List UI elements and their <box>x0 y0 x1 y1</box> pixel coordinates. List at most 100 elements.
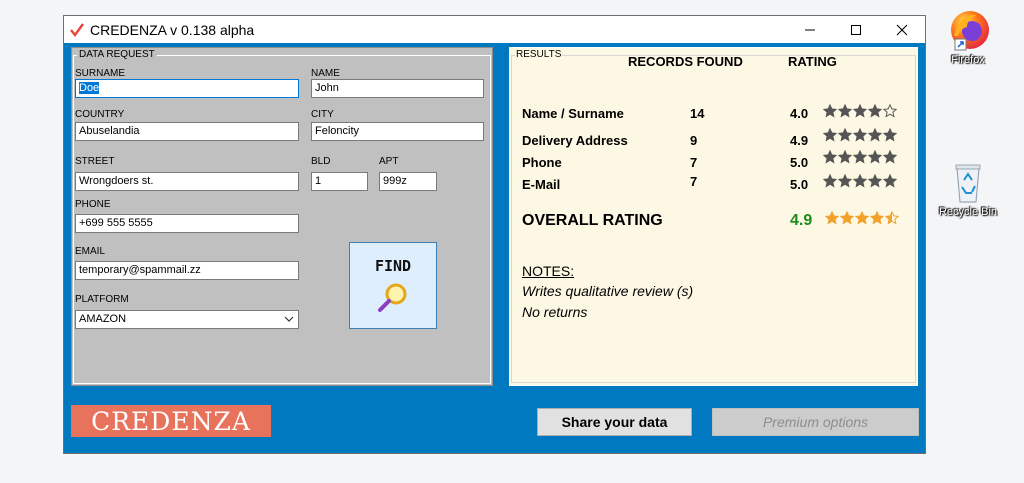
results-panel: RESULTS RECORDS FOUND RATING Name / Surn… <box>509 47 918 386</box>
star-icon <box>870 211 884 225</box>
desktop-icon-recycle-bin[interactable]: Recycle Bin <box>932 160 1004 218</box>
platform-label: PLATFORM <box>75 294 129 305</box>
apt-label: APT <box>379 156 399 167</box>
apt-value: 999z <box>383 175 407 187</box>
country-input[interactable]: Abuselandia <box>75 122 299 141</box>
recycle-bin-label: Recycle Bin <box>938 206 998 218</box>
phone-input[interactable]: +699 555 5555 <box>75 214 299 233</box>
title-bar[interactable]: CREDENZA v 0.138 alpha <box>64 16 925 43</box>
result-label-address: Delivery Address <box>522 133 628 148</box>
star-icon <box>853 104 867 118</box>
star-icon <box>868 104 882 118</box>
firefox-label: Firefox <box>951 54 985 66</box>
chevron-down-icon <box>284 316 294 322</box>
star-icon <box>853 128 867 142</box>
close-icon <box>896 24 908 35</box>
name-label: NAME <box>311 68 340 79</box>
name-input[interactable]: John <box>311 79 484 98</box>
result-rating-address: 4.9 <box>790 133 809 148</box>
bld-input[interactable]: 1 <box>311 172 368 191</box>
email-input[interactable]: temporary@spammail.zz <box>75 261 299 280</box>
maximize-icon <box>851 24 861 35</box>
window-title: CREDENZA v 0.138 alpha <box>90 21 255 38</box>
credenza-logo: CREDENZA <box>71 405 271 437</box>
stars-phone <box>823 150 897 164</box>
surname-input[interactable]: Doe <box>75 79 299 98</box>
apt-input[interactable]: 999z <box>379 172 437 191</box>
find-label: FIND <box>374 257 412 275</box>
notes-heading: NOTES: <box>522 263 575 279</box>
city-value: Feloncity <box>315 125 360 137</box>
stars-overall <box>825 211 899 225</box>
stars-email <box>823 174 897 188</box>
minimize-icon <box>805 29 815 30</box>
stars-address <box>823 128 897 142</box>
note-line: No returns <box>522 304 588 320</box>
result-count-phone: 7 <box>690 155 698 170</box>
star-icon <box>838 104 852 118</box>
street-value: Wrongdoers st. <box>79 175 154 187</box>
result-count-name: 14 <box>690 106 705 121</box>
result-rating-email: 5.0 <box>790 177 809 192</box>
star-icon <box>853 150 867 164</box>
star-icon <box>825 211 839 225</box>
name-value: John <box>315 82 339 94</box>
star-icon <box>883 150 897 164</box>
star-icon <box>853 174 867 188</box>
star-icon <box>840 211 854 225</box>
close-button[interactable] <box>879 16 925 43</box>
result-count-email: 7 <box>690 174 698 189</box>
star-icon <box>838 150 852 164</box>
star-icon <box>883 104 897 118</box>
star-icon <box>868 150 882 164</box>
bld-value: 1 <box>315 175 322 187</box>
result-rating-phone: 5.0 <box>790 155 809 170</box>
street-input[interactable]: Wrongdoers st. <box>75 172 299 191</box>
result-label-name: Name / Surname <box>522 106 624 121</box>
overall-rating-value: 4.9 <box>790 212 813 229</box>
window-controls <box>787 16 925 43</box>
platform-select[interactable]: AMAZON <box>75 310 299 329</box>
data-request-panel: DATA REQUEST SURNAME Doe NAME John COUNT… <box>71 47 493 386</box>
surname-value: Doe <box>79 82 100 94</box>
find-button[interactable]: FIND <box>349 242 437 329</box>
stars-name <box>823 104 897 118</box>
star-icon <box>868 128 882 142</box>
result-rating-name: 4.0 <box>790 106 809 121</box>
city-label: CITY <box>311 109 334 120</box>
star-icon <box>838 128 852 142</box>
results-label: RESULTS <box>515 49 563 60</box>
phone-value: +699 555 5555 <box>79 217 153 229</box>
star-icon <box>868 174 882 188</box>
premium-options-button[interactable]: Premium options <box>712 408 919 436</box>
star-icon <box>838 174 852 188</box>
email-label: EMAIL <box>75 246 106 257</box>
star-icon <box>883 174 897 188</box>
star-icon <box>883 128 897 142</box>
result-label-phone: Phone <box>522 155 562 170</box>
maximize-button[interactable] <box>833 16 879 43</box>
app-window: CREDENZA v 0.138 alpha DATA REQUEST SURN… <box>63 15 926 454</box>
overall-rating-label: OVERALL RATING <box>522 212 663 229</box>
minimize-button[interactable] <box>787 16 833 43</box>
email-value: temporary@spammail.zz <box>79 264 201 276</box>
star-icon <box>823 104 837 118</box>
result-count-address: 9 <box>690 133 698 148</box>
desktop-icon-firefox[interactable]: Firefox <box>932 6 1004 66</box>
surname-label: SURNAME <box>75 68 126 79</box>
star-icon <box>823 174 837 188</box>
city-input[interactable]: Feloncity <box>311 122 484 141</box>
share-data-button[interactable]: Share your data <box>537 408 692 436</box>
star-icon <box>823 128 837 142</box>
result-label-email: E-Mail <box>522 177 561 192</box>
recycle-bin-icon <box>955 164 981 203</box>
magnifier-icon <box>378 283 407 312</box>
phone-label: PHONE <box>75 199 111 210</box>
star-icon <box>885 211 899 225</box>
country-value: Abuselandia <box>79 125 140 137</box>
country-label: COUNTRY <box>75 109 125 120</box>
rating-header: RATING <box>788 54 837 69</box>
platform-value: AMAZON <box>79 313 127 325</box>
data-request-label: DATA REQUEST <box>77 49 157 60</box>
star-icon <box>855 211 869 225</box>
